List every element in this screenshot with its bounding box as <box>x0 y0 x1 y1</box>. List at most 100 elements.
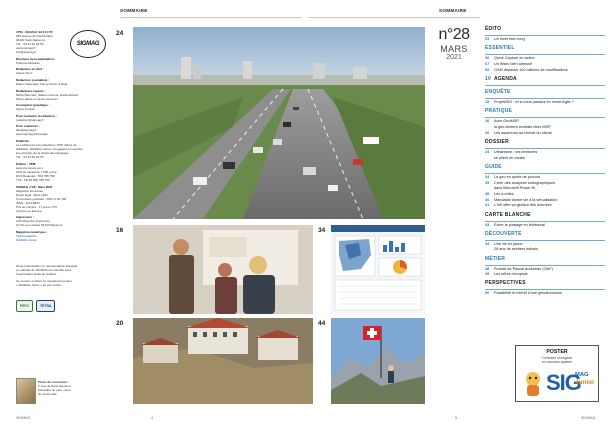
toc-section-heading[interactable]: 10 AGENDA <box>485 76 605 84</box>
toc-entry-title: Possibilité et intérêt d'une géodécholoi… <box>494 291 563 296</box>
table-of-contents: ÉDITO 03 Un hiver bien long ESSENTIEL 06 Quic… <box>485 26 605 300</box>
poster-mascot-icon <box>526 372 540 396</box>
certification-logos: PEFC TÉTRA <box>16 300 108 312</box>
toc-divider <box>485 239 605 241</box>
toc-entry-page: 15 <box>485 100 490 105</box>
poster-title: POSTER <box>546 349 568 355</box>
colophon-block: Rédaction, journaliste : Diane Carpentier… <box>16 78 108 86</box>
digital-magazine-block: Magazine numérique : Tétra'magazine SIGMAG… <box>16 230 108 242</box>
page-number-16: 16 <box>116 227 124 234</box>
toc-spacer <box>485 297 605 300</box>
footer-page-left: 4 <box>151 416 153 420</box>
header-left-label: SOMMAIRE <box>120 8 148 13</box>
page-number-44: 44 <box>318 320 326 327</box>
tetra-logo: TÉTRA <box>36 300 56 312</box>
colophon-line: François Dubaran <box>16 60 40 65</box>
toc-entry-page: 20 <box>485 130 490 135</box>
toc-entry[interactable]: se pilent en cartes <box>485 156 605 162</box>
mountain-summit-photo[interactable] <box>331 318 425 404</box>
toc-entry[interactable]: 20 Les assureurs au chevet du climat <box>485 131 605 137</box>
toc-entry[interactable]: 43 Éviter le piratage en télétravail <box>485 223 605 229</box>
toc-divider <box>485 172 605 174</box>
toc-section-heading[interactable]: GUIDE <box>485 164 605 172</box>
colophon-line: Tél. : 03 44 61 26 50 <box>16 155 44 160</box>
colophon-block: Rédacteur en chef : Xavier Clerc <box>16 67 108 75</box>
toc-section-heading[interactable]: PRATIQUE <box>485 108 605 116</box>
toc-section-title: CARTE BLANCHE <box>485 211 531 218</box>
cover-caption: Photo de couverture : © Vue de Paris depu… <box>38 380 108 396</box>
poster-subtitle-line-1: Comment s'imaginer <box>541 356 573 360</box>
toc-divider <box>485 264 605 266</box>
toc-divider <box>485 35 605 36</box>
toc-entry-title: L'Intl offre sa gestion des données <box>494 203 552 208</box>
colophon-line: TVA : FR 26 509 788 759 <box>16 177 50 182</box>
colophon-block: Impression : LPP Mayenne Imprimerie 27 ZA … <box>16 215 108 227</box>
toc-entry-page: 03 <box>485 37 490 41</box>
toc-entry-page: 50 <box>485 291 490 296</box>
issue-month: MARS <box>440 44 468 54</box>
toc-entry-page: 09 <box>485 67 490 72</box>
colophon-line: 27 ZA Les Landes 53100 Mayenne <box>16 223 63 228</box>
toc-entry[interactable]: 28 ans de sentiers balisés <box>485 247 605 253</box>
toc-entry[interactable]: 15 ProjetsSIG : et si vous passiez en mod… <box>485 100 605 106</box>
legal-notice: Toute reproduction ou représentation int… <box>16 264 108 287</box>
colophon-block: SIGMAG n°28 - Mars 2021 Magazine trimestr… <box>16 185 108 213</box>
toc-section-heading[interactable]: MÉTIER <box>485 256 605 264</box>
toc-entry[interactable]: 50 Possibilité et intérêt d'une géodéchol… <box>485 291 605 297</box>
toc-entry-page <box>485 156 494 162</box>
highway-city-photo[interactable] <box>133 27 425 219</box>
toc-section-heading[interactable]: PERSPECTIVES <box>485 280 605 288</box>
toc-entry-title: ProjetsSIG : et si vous passiez en mode … <box>494 100 574 105</box>
toc-section-title: GUIDE <box>485 163 502 170</box>
toc-section-heading[interactable]: ENQUÊTE <box>485 89 605 97</box>
team-meeting-photo[interactable] <box>133 225 313 314</box>
toc-entry-title: OSM dépasse 100 millions de modification… <box>494 67 568 72</box>
page-number-24: 24 <box>116 30 124 37</box>
toc-entry[interactable]: 41 L'Intl offre sa gestion des données <box>485 203 605 209</box>
toc-section-page: 10 <box>485 75 491 82</box>
toc-divider <box>485 220 605 221</box>
toc-entry-page: 41 <box>485 203 490 208</box>
flooded-town-photo[interactable] <box>133 318 313 404</box>
colophon-line: redaction@sigmag.fr <box>16 117 44 122</box>
toc-section-heading[interactable]: DOSSIER <box>485 139 605 147</box>
page-number-34: 34 <box>318 227 326 234</box>
toc-divider <box>485 98 605 99</box>
toc-section-heading[interactable]: ÉDITO <box>485 26 605 34</box>
colophon-line: Pierre Henle et Laura Jouvenel <box>16 96 58 101</box>
toc-section-heading[interactable]: CARTE BLANCHE <box>485 212 605 220</box>
poster-subtitle: Comment s'imaginer en nouveau quartier <box>516 356 598 365</box>
toc-divider <box>485 54 605 55</box>
toc-entry-title: Éviter le piratage en télétravail <box>494 222 546 227</box>
publisher-line: info@sigmag.fr <box>16 50 37 55</box>
colophon-block: Conception graphique : Sylvie Arnaud <box>16 103 108 111</box>
toc-divider <box>485 117 605 118</box>
toc-entry-title: Les offres d'emplois <box>494 272 528 277</box>
power-bi-dashboard-image[interactable] <box>331 225 425 314</box>
toc-entry[interactable]: 49 Les offres d'emplois <box>485 272 605 278</box>
toc-section-heading[interactable]: ESSENTIEL <box>485 45 605 53</box>
toc-section-title: PERSPECTIVES <box>485 280 526 287</box>
toc-entry-title: 28 ans de sentiers balisés <box>494 247 538 252</box>
toc-section-title: DOSSIER <box>485 139 509 145</box>
toc-entry[interactable]: 03 Un hiver bien long <box>485 37 605 43</box>
toc-entry[interactable]: 09 OSM dépasse 100 millions de modificati… <box>485 68 605 74</box>
toc-section-title: DÉCOUVERTE <box>485 230 522 237</box>
colophon-block: Pour contacter la rédaction : redaction@s… <box>16 114 108 122</box>
toc-section-heading[interactable]: DÉCOUVERTE <box>485 231 605 239</box>
colophon-block: Directeur de la publication : François Du… <box>16 57 108 65</box>
poster-promo[interactable]: POSTER Comment s'imaginer en nouveau qua… <box>515 345 599 402</box>
toc-section-title: AGENDA <box>493 75 517 82</box>
poster-subtitle-line-2: en nouveau quartier <box>541 360 573 365</box>
colophon-line: Diane Carpentier, Fanny Perrin & Roja <box>16 82 68 87</box>
colophon-block: Édition : VPM www.vpmpress.com SAS au capi… <box>16 162 108 182</box>
toc-divider <box>485 289 605 290</box>
colophon-line: Imprimé en Europe <box>16 208 42 213</box>
colophon-line: Xavier Clerc <box>16 71 33 76</box>
toc-section-title: ÉDITO <box>485 26 502 32</box>
digital-magazine-link[interactable]: SIGMAG Junior <box>16 238 108 242</box>
cover-caption-line: du centre-ville <box>38 392 57 397</box>
toc-section-title: MÉTIER <box>485 255 506 262</box>
colophon-block: Pour s'abonner : abo@sigmag.fr www.sigmag.… <box>16 124 108 136</box>
sigmag-junior-logo-junior: Junior <box>575 379 595 386</box>
